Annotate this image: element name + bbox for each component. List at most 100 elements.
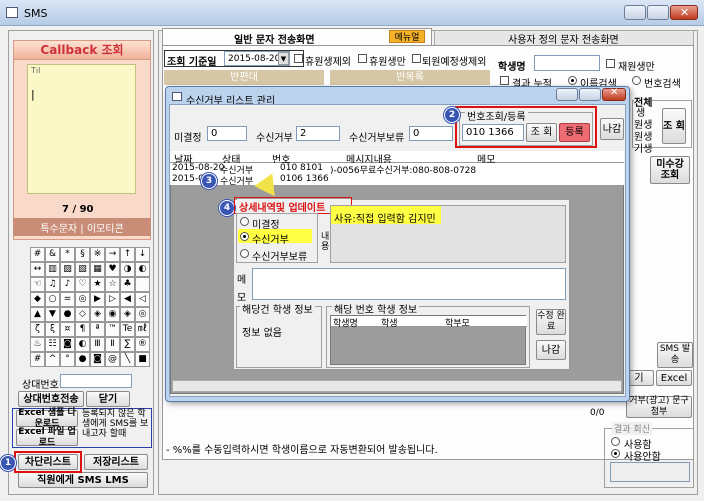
dialog-exit-button[interactable]: 나감: [600, 118, 624, 140]
sms-send-button[interactable]: SMS 발송: [657, 342, 693, 368]
symbol-key[interactable]: ª: [90, 322, 105, 337]
phone-search-radio[interactable]: [632, 76, 641, 85]
table-row[interactable]: 2015-08-20 수신거부 010 8101 )-0056무료수신거부:08…: [170, 163, 624, 176]
close-left-button[interactable]: 닫기: [86, 391, 130, 407]
symbol-key[interactable]: ζ: [30, 322, 45, 337]
symbol-key[interactable]: ♫: [45, 277, 60, 292]
symbol-key[interactable]: ●: [60, 307, 75, 322]
symbol-key[interactable]: ↓: [135, 247, 150, 262]
peer-send-button[interactable]: 상대번호전송: [18, 391, 84, 407]
symbol-key[interactable]: ▼: [45, 307, 60, 322]
symbol-key[interactable]: ♡: [75, 277, 90, 292]
symbol-key[interactable]: ↔: [30, 262, 45, 277]
minimize-button[interactable]: [624, 5, 646, 20]
symbol-key[interactable]: ξ: [45, 322, 60, 337]
student-name-input[interactable]: [534, 55, 600, 71]
dialog-close-button[interactable]: ✕: [602, 87, 626, 101]
symbol-key[interactable]: ◈: [120, 307, 135, 322]
symbol-key[interactable]: ♪: [60, 277, 75, 292]
reenroll-only-checkbox[interactable]: [606, 59, 615, 68]
symbol-key[interactable]: ™: [105, 322, 120, 337]
symbol-key[interactable]: ◐: [135, 262, 150, 277]
symbol-key[interactable]: ◉: [105, 307, 120, 322]
symbol-key[interactable]: ↑: [120, 247, 135, 262]
symbol-key[interactable]: °: [60, 352, 75, 367]
radio-unset[interactable]: [240, 217, 249, 226]
symbol-key[interactable]: ◁: [135, 292, 150, 307]
reply-use-radio[interactable]: [611, 437, 620, 446]
list-scrollbar[interactable]: [172, 380, 622, 392]
special-tabs[interactable]: 특수문자 | 이모티콘: [13, 218, 151, 236]
excel-button[interactable]: Excel: [656, 370, 692, 386]
callback-title[interactable]: Callback 조회: [13, 40, 151, 60]
symbol-key[interactable]: ^: [45, 352, 60, 367]
symbol-key[interactable]: ®: [135, 337, 150, 352]
symbol-key[interactable]: ♣: [120, 277, 135, 292]
symbol-key[interactable]: ¤: [60, 322, 75, 337]
memo-input[interactable]: [252, 268, 566, 300]
symbol-key[interactable]: ◐: [75, 337, 90, 352]
symbol-key[interactable]: ○: [45, 292, 60, 307]
detail-exit-button[interactable]: 나감: [536, 340, 566, 360]
symbol-key[interactable]: ◙: [90, 352, 105, 367]
excel-upload-button[interactable]: Excel 파일 업로드: [16, 427, 78, 448]
phone-screen[interactable]: [27, 64, 136, 194]
symbol-key[interactable]: *: [60, 247, 75, 262]
result-accumulate-checkbox[interactable]: [500, 76, 509, 85]
symbol-key[interactable]: →: [105, 247, 120, 262]
symbol-key[interactable]: ♥: [105, 262, 120, 277]
excel-sample-button[interactable]: Excel 샘플 다운로드: [16, 408, 78, 429]
close-button[interactable]: ✕: [670, 5, 698, 20]
unpaid-lookup-button[interactable]: 미수강 조회: [650, 156, 690, 184]
leave-exclude-checkbox[interactable]: [294, 54, 303, 63]
reply-number-input[interactable]: [610, 462, 690, 482]
symbol-key[interactable]: §: [75, 247, 90, 262]
symbol-key[interactable]: ╲: [120, 352, 135, 367]
symbol-key[interactable]: &: [45, 247, 60, 262]
maximize-button[interactable]: [647, 5, 669, 20]
symbol-key[interactable]: ㎖: [135, 322, 150, 337]
exit-plan-exclude-checkbox[interactable]: [412, 54, 421, 63]
symbol-key[interactable]: Ⅱ: [105, 337, 120, 352]
symbol-key[interactable]: Te: [120, 322, 135, 337]
symbol-key[interactable]: ■: [135, 352, 150, 367]
symbol-key[interactable]: ▨: [60, 262, 75, 277]
radio-hold[interactable]: [240, 249, 249, 258]
symbol-key[interactable]: Ⅲ: [90, 337, 105, 352]
lookup-main-button[interactable]: 조 회: [662, 108, 686, 144]
symbol-key[interactable]: #: [30, 352, 45, 367]
table-row[interactable]: 2015-0 수신거부 0106 1366: [170, 174, 624, 187]
dialog-maximize-button[interactable]: [579, 88, 601, 101]
symbol-key[interactable]: ☜: [30, 277, 45, 292]
symbol-key[interactable]: ☆: [105, 277, 120, 292]
symbol-key[interactable]: @: [105, 352, 120, 367]
symbol-key[interactable]: ◆: [30, 292, 45, 307]
symbol-key[interactable]: ☷: [45, 337, 60, 352]
symbol-key[interactable]: ※: [90, 247, 105, 262]
manual-badge[interactable]: 메뉴얼: [389, 30, 425, 43]
symbol-key[interactable]: [135, 277, 150, 292]
symbol-key[interactable]: ▥: [45, 262, 60, 277]
symbol-key[interactable]: ∑: [120, 337, 135, 352]
symbol-key[interactable]: ▷: [105, 292, 120, 307]
symbol-key[interactable]: ◑: [120, 262, 135, 277]
peer-number-input[interactable]: [60, 374, 132, 388]
reject-attach-button[interactable]: 거부(광고) 문구첨부: [626, 396, 692, 418]
symbol-key[interactable]: #: [30, 247, 45, 262]
symbol-key[interactable]: ▧: [75, 262, 90, 277]
edit-complete-button[interactable]: 수정 완료: [536, 309, 566, 335]
symbol-key[interactable]: ◀: [120, 292, 135, 307]
dialog-minimize-button[interactable]: [556, 88, 578, 101]
symbol-key[interactable]: ¶: [75, 322, 90, 337]
radio-reject[interactable]: [240, 232, 249, 241]
symbol-key[interactable]: ▶: [90, 292, 105, 307]
symbol-key[interactable]: ◇: [75, 307, 90, 322]
save-list-button[interactable]: 저장리스트: [84, 454, 148, 470]
date-dropdown[interactable]: ▼: [278, 52, 289, 65]
symbol-key[interactable]: ◙: [60, 337, 75, 352]
symbol-key[interactable]: =: [60, 292, 75, 307]
leaving-only-checkbox[interactable]: [358, 54, 367, 63]
reply-unused-radio[interactable]: [611, 449, 620, 458]
symbol-key[interactable]: ◎: [135, 307, 150, 322]
symbol-key[interactable]: ▦: [90, 262, 105, 277]
